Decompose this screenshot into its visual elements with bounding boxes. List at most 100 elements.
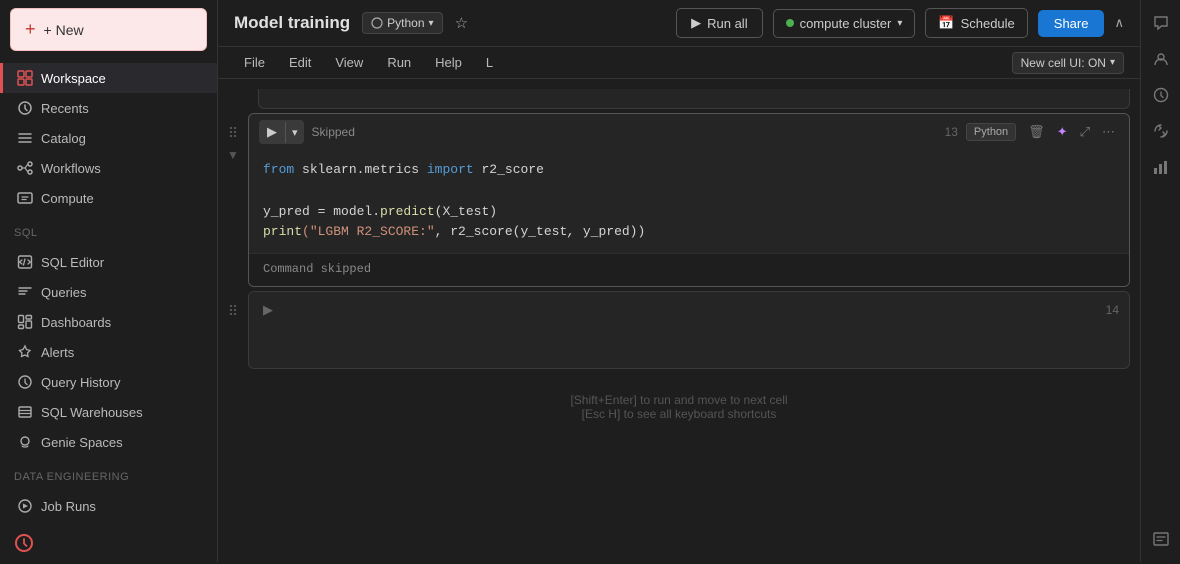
cell-language[interactable]: Python: [966, 123, 1016, 141]
cell-menu-button[interactable]: ⋯: [1098, 122, 1119, 142]
sidebar-item-label: Query History: [41, 375, 120, 390]
sidebar: + + New Workspace Rece: [0, 0, 218, 562]
sidebar-item-sql-editor[interactable]: SQL Editor: [0, 247, 217, 277]
main-content: Model training Python ▾ ☆ ▶ Run all comp…: [218, 0, 1140, 562]
python-icon: [371, 17, 383, 29]
compute-cluster-button[interactable]: compute cluster ▾: [773, 9, 916, 38]
sql-warehouses-icon: [17, 404, 33, 420]
run-menu-button[interactable]: ▾: [285, 122, 304, 143]
sidebar-item-workspace[interactable]: Workspace: [0, 63, 217, 93]
sidebar-item-label: Genie Spaces: [41, 435, 123, 450]
sidebar-item-compute[interactable]: Compute: [0, 183, 217, 213]
new-button-label: + New: [44, 22, 84, 38]
sql-nav: SQL Editor Queries Dashboards: [0, 243, 217, 461]
sidebar-item-label: Dashboards: [41, 315, 111, 330]
version-history-button[interactable]: [1146, 80, 1176, 110]
share-button[interactable]: Share: [1038, 10, 1105, 37]
menu-view[interactable]: View: [325, 51, 373, 74]
comments-button[interactable]: [1146, 8, 1176, 38]
job-runs-icon: [17, 498, 33, 514]
cell-wrapper-13: ⠿ ▼ ▶ ▾ Skipped 13 Python 🗑 ✦ ⤢ ⋯: [218, 113, 1140, 287]
main-nav: Workspace Recents Catalog: [0, 59, 217, 217]
sidebar-item-recents[interactable]: Recents: [0, 93, 217, 123]
menu-file[interactable]: File: [234, 51, 275, 74]
de-nav: Job Runs: [0, 487, 217, 525]
calendar-icon: 📅: [938, 15, 954, 31]
delete-cell-button[interactable]: 🗑: [1024, 122, 1049, 142]
cell-actions: 🗑 ✦ ⤢ ⋯: [1024, 122, 1119, 142]
table-of-contents-button[interactable]: [1146, 524, 1176, 554]
menu-l[interactable]: L: [476, 51, 503, 74]
language-label: Python: [387, 16, 424, 30]
hint-line-2: [Esc H] to see all keyboard shortcuts: [238, 407, 1120, 421]
topbar: Model training Python ▾ ☆ ▶ Run all comp…: [218, 0, 1140, 47]
ai-cell-button[interactable]: ✦: [1053, 122, 1072, 142]
run-cell-button[interactable]: ▶: [259, 120, 285, 144]
cell-number-14: 14: [1106, 303, 1119, 317]
run-button-group: ▶ ▾: [259, 120, 304, 144]
share-label: Share: [1054, 16, 1089, 31]
cell-status: Skipped: [312, 125, 355, 139]
cell-output-13: Command skipped: [249, 253, 1129, 286]
hint-line-1: [Shift+Enter] to run and move to next ce…: [238, 393, 1120, 407]
compute-label: compute cluster: [800, 16, 892, 31]
workspace-icon: [17, 70, 33, 86]
sidebar-item-label: Job Runs: [41, 499, 96, 514]
cell-gutter-13: ⠿ ▼: [218, 113, 248, 162]
code-line-1: from sklearn.metrics import r2_score: [263, 160, 1115, 181]
notebook: ⠿ ▼ ▶ ▾ Skipped 13 Python 🗑 ✦ ⤢ ⋯: [218, 79, 1140, 562]
query-history-icon: [17, 374, 33, 390]
cell-gutter-14: ⠿: [218, 291, 248, 320]
cell-body-13[interactable]: from sklearn.metrics import r2_score y_p…: [249, 150, 1129, 253]
collaborators-button[interactable]: [1146, 44, 1176, 74]
menu-help[interactable]: Help: [425, 51, 472, 74]
sidebar-item-label: Workflows: [41, 161, 101, 176]
new-cell-ui-toggle[interactable]: New cell UI: ON ▾: [1012, 52, 1124, 74]
chevron-down-icon: ▾: [897, 18, 902, 29]
clock-icon[interactable]: [14, 533, 34, 556]
star-icon[interactable]: ☆: [455, 14, 468, 32]
topbar-actions: ▶ Run all compute cluster ▾ 📅 Schedule S…: [676, 8, 1124, 38]
sidebar-item-alerts[interactable]: Alerts: [0, 337, 217, 367]
collapse-icon[interactable]: ∧: [1114, 15, 1124, 31]
cell-empty-14[interactable]: [249, 328, 1129, 368]
sidebar-item-queries[interactable]: Queries: [0, 277, 217, 307]
sidebar-item-catalog[interactable]: Catalog: [0, 123, 217, 153]
sidebar-item-label: SQL Editor: [41, 255, 104, 270]
sql-editor-icon: [17, 254, 33, 270]
sidebar-item-genie-spaces[interactable]: Genie Spaces: [0, 427, 217, 457]
sidebar-item-workflows[interactable]: Workflows: [0, 153, 217, 183]
run-all-button[interactable]: ▶ Run all: [676, 8, 762, 38]
recents-icon: [17, 100, 33, 116]
workflows-icon: [17, 160, 33, 176]
drag-handle[interactable]: ⠿: [228, 125, 238, 142]
cell-header-13: ▶ ▾ Skipped 13 Python 🗑 ✦ ⤢ ⋯: [249, 114, 1129, 150]
sidebar-item-label: Compute: [41, 191, 94, 206]
notebook-title: Model training: [234, 13, 350, 33]
menu-edit[interactable]: Edit: [279, 51, 321, 74]
run-cell-button-14[interactable]: ▶: [259, 298, 277, 322]
sql-section-label: SQL: [0, 217, 217, 243]
language-selector[interactable]: Python ▾: [362, 12, 442, 34]
sidebar-item-job-runs[interactable]: Job Runs: [0, 491, 217, 521]
new-cell-ui-label: New cell UI: ON: [1021, 56, 1106, 70]
drag-handle[interactable]: ⠿: [228, 303, 238, 320]
queries-icon: [17, 284, 33, 300]
code-cell-14: ▶ 14: [248, 291, 1130, 369]
schedule-label: Schedule: [961, 16, 1015, 31]
menu-run[interactable]: Run: [377, 51, 421, 74]
de-section-label: Data Engineering: [0, 461, 217, 487]
cell-wrapper-14: ⠿ ▶ 14: [218, 291, 1140, 369]
schedule-button[interactable]: 📅 Schedule: [925, 8, 1027, 38]
collapse-button[interactable]: ▼: [227, 148, 239, 162]
new-button[interactable]: + + New: [10, 8, 207, 51]
run-all-label: Run all: [707, 16, 747, 31]
right-sidebar: [1140, 0, 1180, 562]
variables-button[interactable]: [1146, 116, 1176, 146]
sidebar-item-dashboards[interactable]: Dashboards: [0, 307, 217, 337]
visualization-button[interactable]: [1146, 152, 1176, 182]
expand-cell-button[interactable]: ⤢: [1076, 122, 1094, 142]
sidebar-item-sql-warehouses[interactable]: SQL Warehouses: [0, 397, 217, 427]
code-line-2: [263, 181, 1115, 202]
sidebar-item-query-history[interactable]: Query History: [0, 367, 217, 397]
